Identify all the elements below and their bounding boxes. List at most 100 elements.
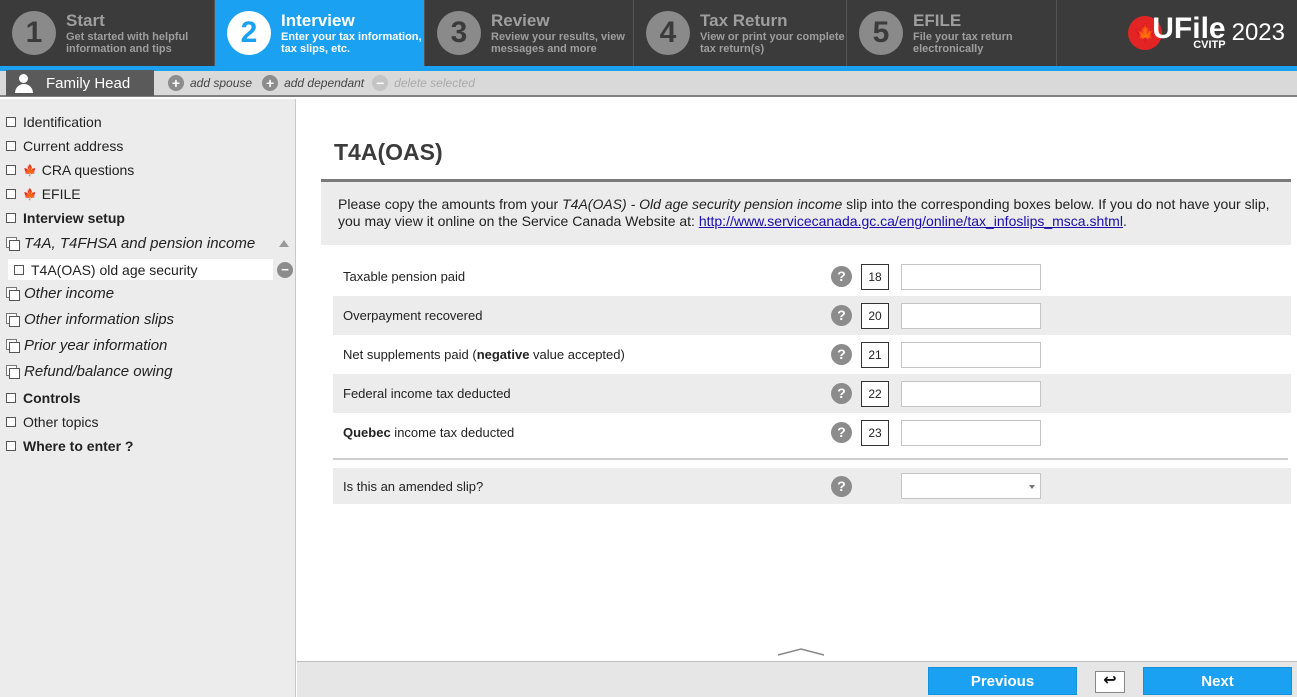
sidebar-item-where-to-enter[interactable]: Where to enter ? — [6, 438, 133, 454]
federal-tax-deducted-input[interactable] — [901, 380, 1041, 407]
step-desc: Enter your tax information, — [281, 31, 422, 43]
add-dependant-button[interactable]: + add dependant — [262, 75, 364, 91]
step-number: 3 — [437, 11, 481, 55]
net-supplements-input[interactable] — [901, 341, 1041, 368]
step-start[interactable]: 1 Start Get started with helpful informa… — [0, 0, 215, 66]
add-spouse-button[interactable]: + add spouse — [168, 75, 252, 91]
back-arrow-button[interactable]: ↩ — [1095, 671, 1125, 693]
help-icon[interactable]: ? — [831, 344, 852, 365]
step-desc: messages and more — [491, 43, 597, 55]
sidebar-item-efile[interactable]: 🍁 EFILE — [6, 186, 81, 202]
sidebar-group-other-info-slips[interactable]: Other information slips — [6, 311, 174, 328]
collapse-up-icon[interactable] — [279, 240, 289, 247]
step-tax-return[interactable]: 4 Tax Return View or print your complete… — [634, 0, 847, 66]
sidebar-item-current-address[interactable]: Current address — [6, 138, 123, 154]
checkbox-icon — [6, 393, 16, 403]
previous-button[interactable]: Previous — [928, 667, 1077, 695]
sidebar-item-identification[interactable]: Identification — [6, 114, 102, 130]
stacked-checkbox-icon — [6, 237, 20, 251]
field-label: Is this an amended slip? — [343, 478, 484, 494]
brand-year: 2023 — [1231, 19, 1285, 46]
sidebar-item-interview-setup[interactable]: Interview setup — [6, 210, 125, 226]
sidebar-group-prior-year[interactable]: Prior year information — [6, 337, 167, 354]
sidebar-item-label: Identification — [23, 114, 102, 130]
family-head-tab[interactable]: Family Head — [6, 70, 154, 96]
help-icon[interactable]: ? — [831, 266, 852, 287]
label-text: Net supplements paid ( — [343, 347, 477, 362]
sidebar-group-t4a-pension[interactable]: T4A, T4FHSA and pension income — [6, 235, 255, 252]
checkbox-icon — [6, 189, 16, 199]
sidebar-item-label: Interview setup — [23, 210, 125, 226]
step-bar: 1 Start Get started with helpful informa… — [0, 0, 1297, 66]
step-desc: tax return(s) — [700, 43, 765, 55]
sidebar-item-controls[interactable]: Controls — [6, 390, 81, 406]
expand-up-chevron-icon[interactable] — [777, 647, 825, 657]
help-icon[interactable]: ? — [831, 475, 852, 497]
delete-selected-button[interactable]: − delete selected — [372, 75, 475, 91]
amended-slip-select[interactable] — [901, 473, 1041, 499]
field-label: Overpayment recovered — [343, 308, 483, 323]
stacked-checkbox-icon — [6, 287, 20, 301]
dropdown-caret-icon — [1029, 485, 1035, 489]
instructions-panel: Please copy the amounts from your T4A(OA… — [321, 182, 1291, 245]
help-icon[interactable]: ? — [831, 422, 852, 443]
label-emphasis: Quebec — [343, 425, 391, 440]
field-label: Taxable pension paid — [343, 269, 466, 284]
main-content: T4A(OAS) Please copy the amounts from yo… — [297, 99, 1297, 661]
checkbox-icon — [14, 264, 24, 275]
instructions-text: . — [1122, 213, 1127, 229]
step-title: Interview — [281, 11, 355, 30]
page-title: T4A(OAS) — [334, 139, 443, 165]
help-icon[interactable]: ? — [831, 305, 852, 326]
step-number: 1 — [12, 11, 56, 55]
field-label: Quebec income tax deducted — [343, 425, 514, 440]
step-efile[interactable]: 5 EFILE File your tax return electronica… — [847, 0, 1057, 66]
minus-circle-icon: − — [372, 75, 389, 91]
sidebar-item-label: T4A, T4FHSA and pension income — [24, 235, 256, 252]
label-text: value accepted) — [529, 347, 625, 362]
sidebar-item-label: Current address — [23, 138, 124, 154]
box-number: 21 — [861, 341, 889, 368]
sidebar-item-t4a-oas[interactable]: T4A(OAS) old age security — [8, 259, 273, 280]
step-title: Start — [66, 11, 105, 30]
sidebar-item-label: T4A(OAS) old age security — [31, 261, 198, 278]
checkbox-icon — [6, 441, 16, 451]
back-arrow-icon: ↩ — [1103, 672, 1117, 689]
sidebar-item-label: EFILE — [41, 186, 81, 202]
help-icon[interactable]: ? — [831, 383, 852, 404]
sidebar-group-other-income[interactable]: Other income — [6, 285, 114, 302]
step-review[interactable]: 3 Review Review your results, view messa… — [425, 0, 634, 66]
service-canada-link[interactable]: http://www.servicecanada.gc.ca/eng/onlin… — [699, 213, 1123, 229]
maple-leaf-icon: 🍁 — [23, 188, 37, 201]
label-emphasis: negative — [476, 347, 530, 362]
step-number: 5 — [859, 11, 903, 55]
sidebar-item-other-topics[interactable]: Other topics — [6, 414, 98, 430]
stacked-checkbox-icon — [6, 365, 20, 379]
label-text: income tax deducted — [390, 425, 515, 440]
step-number: 2 — [227, 11, 271, 55]
field-row-amended: Is this an amended slip? ? — [333, 468, 1291, 504]
sidebar-item-label: Prior year information — [24, 337, 168, 354]
box-number: 20 — [861, 302, 889, 329]
next-button[interactable]: Next — [1143, 667, 1292, 695]
instructions-text: Please copy the amounts from your — [338, 196, 563, 212]
person-icon — [14, 73, 34, 93]
sidebar-item-cra-questions[interactable]: 🍁 CRA questions — [6, 162, 134, 178]
checkbox-icon — [6, 141, 16, 151]
taxable-pension-input[interactable] — [901, 263, 1041, 290]
overpayment-recovered-input[interactable] — [901, 302, 1041, 329]
step-interview[interactable]: 2 Interview Enter your tax information, … — [215, 0, 425, 66]
add-spouse-label: add spouse — [190, 76, 253, 90]
box-number: 18 — [861, 263, 889, 290]
sidebar-item-label: Other income — [24, 285, 115, 302]
remove-slip-icon[interactable]: − — [277, 262, 293, 278]
delete-selected-label: delete selected — [394, 76, 475, 90]
quebec-tax-deducted-input[interactable] — [901, 419, 1041, 446]
sidebar-item-label: Where to enter ? — [23, 438, 134, 454]
step-desc: Get started with helpful — [66, 31, 189, 43]
form-divider — [333, 458, 1288, 460]
field-row-box-21: Net supplements paid (negative value acc… — [333, 335, 1291, 374]
sidebar-group-refund-balance[interactable]: Refund/balance owing — [6, 363, 172, 380]
box-number: 23 — [861, 419, 889, 446]
step-title: Tax Return — [700, 11, 788, 30]
